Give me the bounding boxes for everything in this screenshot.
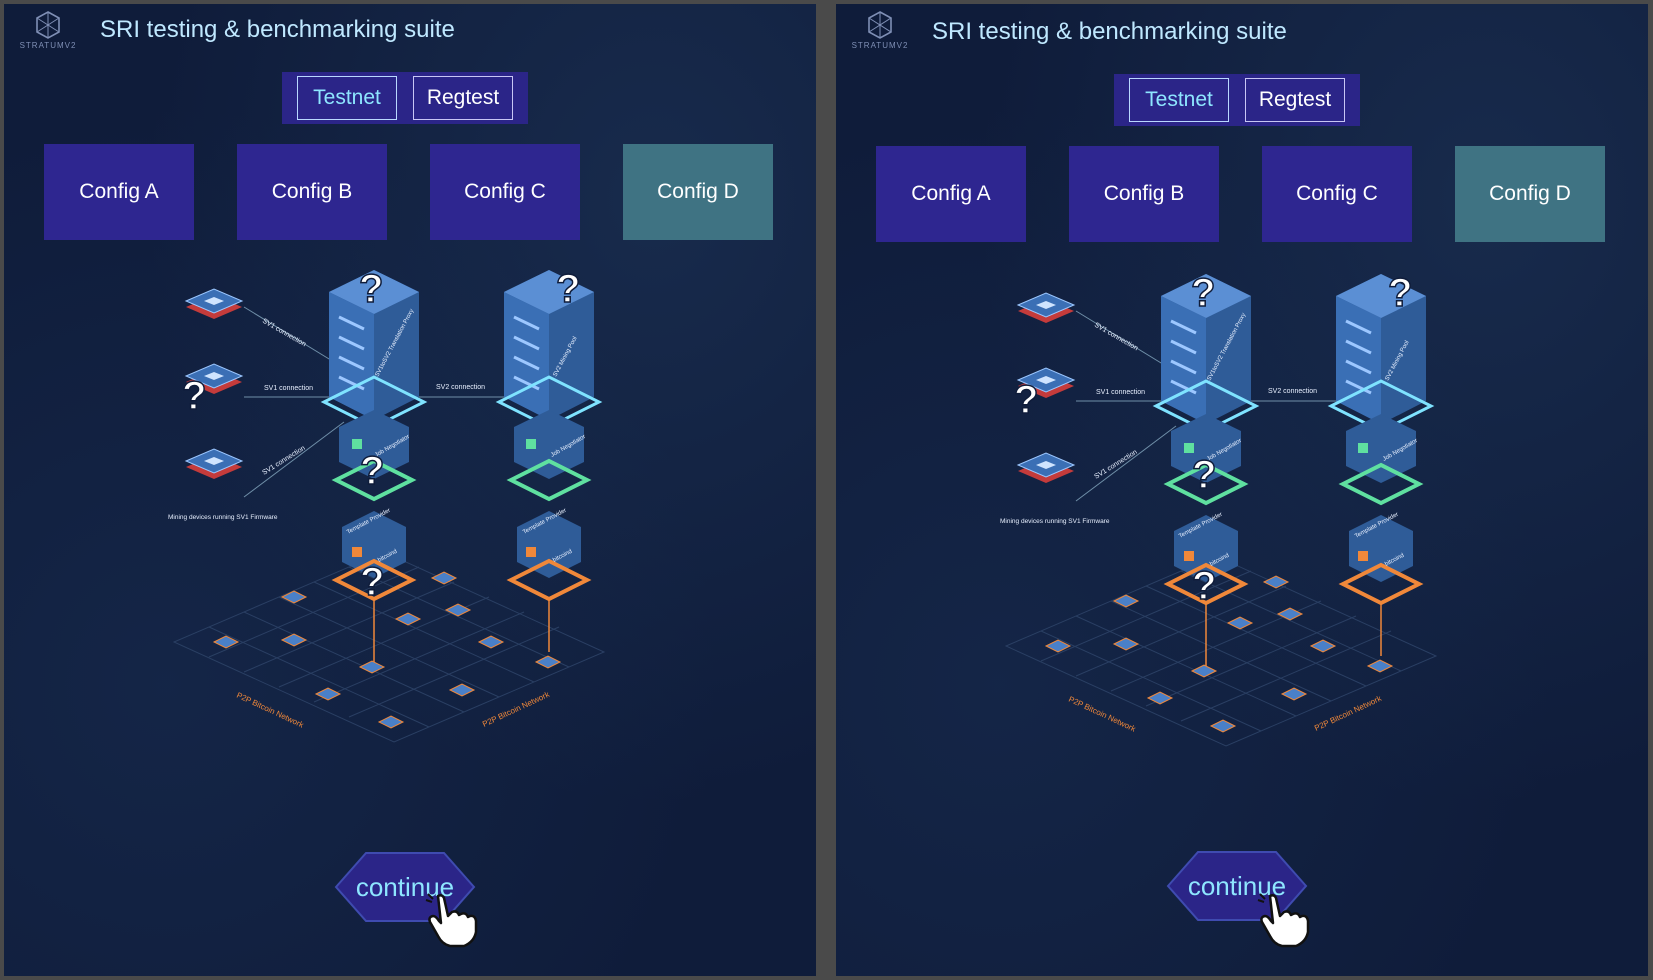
pool-server-icon xyxy=(495,270,603,652)
config-b-button[interactable]: Config B xyxy=(237,144,387,240)
network-toggle: Testnet Regtest xyxy=(1114,74,1360,126)
sv2-connection-label: SV2 connection xyxy=(436,384,485,391)
config-a-button[interactable]: Config A xyxy=(44,144,194,240)
config-a-button[interactable]: Config A xyxy=(876,146,1026,242)
config-b-button[interactable]: Config B xyxy=(1069,146,1219,242)
unknown-pool-marker: ? xyxy=(1388,271,1412,315)
panel-left: STRATUMV2 SRI testing & benchmarking sui… xyxy=(4,4,816,976)
sv2-connection-label: SV2 connection xyxy=(1268,388,1317,395)
sv1-connection-label: SV1 connection xyxy=(1093,449,1138,481)
mining-device-icon xyxy=(1016,452,1076,483)
sv1-connection-label: SV1 connection xyxy=(261,318,307,349)
testnet-button[interactable]: Testnet xyxy=(297,76,397,120)
logo-text: STRATUMV2 xyxy=(851,41,909,50)
sv1-connection-label: SV1 connection xyxy=(261,445,306,477)
mining-device-icon xyxy=(184,288,244,319)
p2p-network-label: P2P Bitcoin Network xyxy=(481,689,552,728)
stratum-logo-icon xyxy=(868,11,892,39)
unknown-device-marker: ? xyxy=(182,374,206,418)
stratum-logo: STRATUMV2 xyxy=(18,10,78,50)
panel-right: STRATUMV2 SRI testing & benchmarking sui… xyxy=(836,4,1648,976)
unknown-job-negotiator-marker: ? xyxy=(1192,453,1216,497)
regtest-button[interactable]: Regtest xyxy=(413,76,513,120)
p2p-network-label: P2P Bitcoin Network xyxy=(1313,693,1384,732)
network-toggle: Testnet Regtest xyxy=(282,72,528,124)
p2p-grid xyxy=(1004,555,1438,747)
config-d-button[interactable]: Config D xyxy=(623,144,773,240)
mining-devices-label: Mining devices running SV1 Firmware xyxy=(168,514,278,521)
sv1-connection-label: SV1 connection xyxy=(1096,389,1145,396)
testnet-button[interactable]: Testnet xyxy=(1129,78,1229,122)
pointer-hand-icon xyxy=(425,893,478,948)
mining-devices-label: Mining devices running SV1 Firmware xyxy=(1000,518,1110,525)
mining-device-icon xyxy=(184,448,244,479)
unknown-proxy-marker: ? xyxy=(359,267,383,311)
architecture-diagram: SV1 connection SV1 connection SV1 connec… xyxy=(996,266,1496,786)
p2p-grid xyxy=(172,551,606,743)
sv1-connection-label: SV1 connection xyxy=(1093,322,1139,353)
unknown-device-marker: ? xyxy=(1014,378,1038,422)
unknown-template-provider-marker: ? xyxy=(1192,564,1216,608)
architecture-diagram: SV1 connection SV1 connection SV1 connec… xyxy=(164,262,664,782)
unknown-template-provider-marker: ? xyxy=(360,560,384,604)
logo-text: STRATUMV2 xyxy=(19,41,77,50)
stratum-logo: STRATUMV2 xyxy=(850,10,910,50)
page-title: SRI testing & benchmarking suite xyxy=(932,18,1287,45)
regtest-button[interactable]: Regtest xyxy=(1245,78,1345,122)
stratum-logo-icon xyxy=(36,11,60,39)
unknown-pool-marker: ? xyxy=(556,267,580,311)
mining-device-icon xyxy=(1016,292,1076,323)
sv1-connection-label: SV1 connection xyxy=(264,385,313,392)
page-title: SRI testing & benchmarking suite xyxy=(100,16,455,43)
config-d-button[interactable]: Config D xyxy=(1455,146,1605,242)
config-c-button[interactable]: Config C xyxy=(430,144,580,240)
unknown-proxy-marker: ? xyxy=(1191,271,1215,315)
pointer-hand-icon xyxy=(1257,893,1310,948)
pool-server-icon xyxy=(1327,274,1435,656)
unknown-job-negotiator-marker: ? xyxy=(360,449,384,493)
config-c-button[interactable]: Config C xyxy=(1262,146,1412,242)
